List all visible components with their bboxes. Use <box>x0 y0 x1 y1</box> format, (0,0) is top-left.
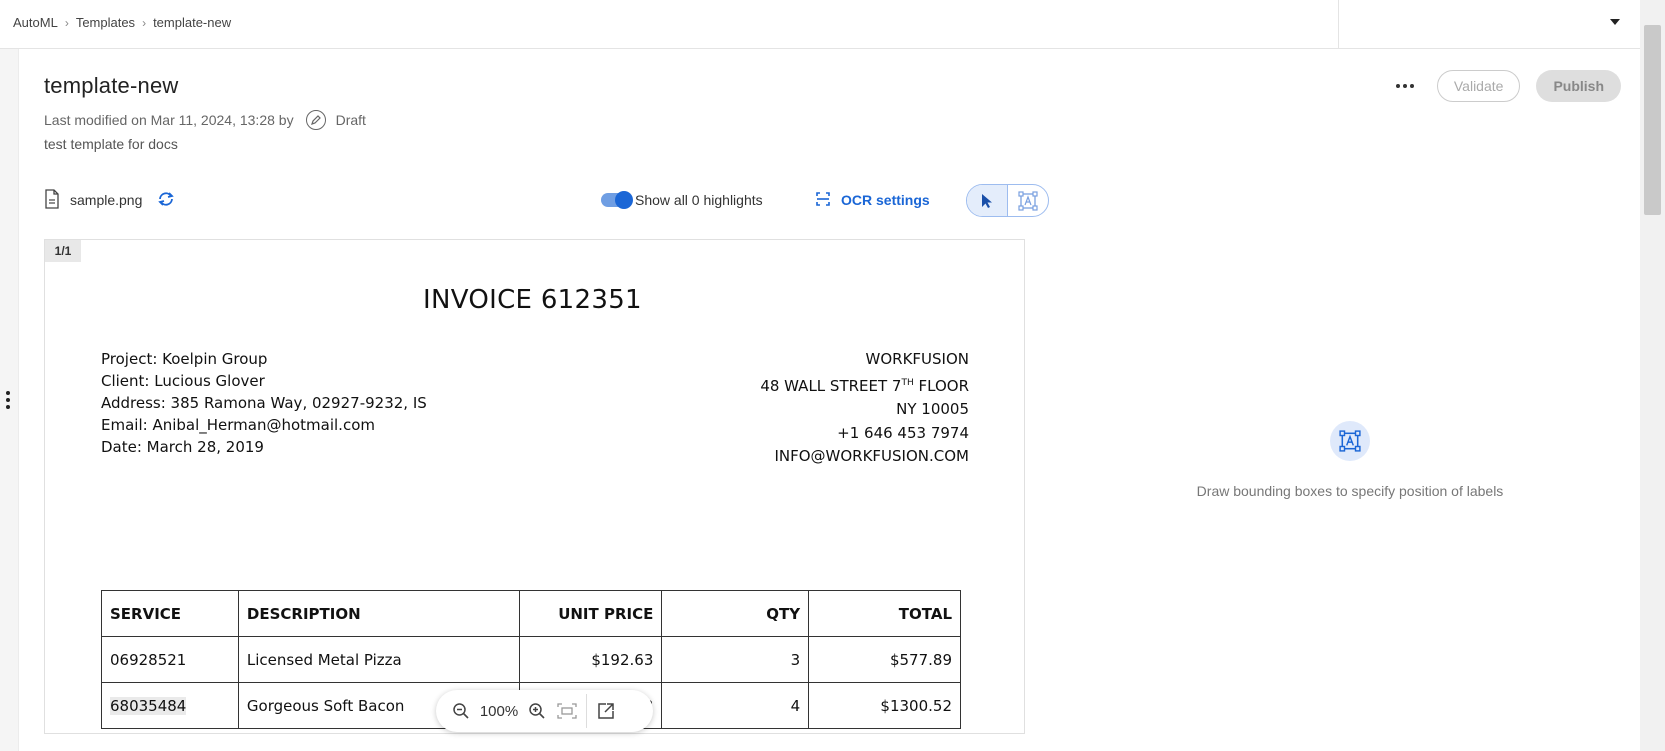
bounding-box-icon <box>1018 190 1038 211</box>
zoom-controls: 100% <box>436 690 653 732</box>
client-line: Date: March 28, 2019 <box>101 438 264 456</box>
validate-button[interactable]: Validate <box>1436 70 1521 102</box>
dot <box>6 391 10 395</box>
panel-resize-handle[interactable] <box>6 391 10 409</box>
select-mode-button[interactable] <box>967 185 1007 216</box>
company-street-floor: FLOOR <box>913 376 970 395</box>
client-line: Address: 385 Ramona Way, 02927-9232, IS <box>101 394 427 412</box>
company-name: WORKFUSION <box>865 350 969 368</box>
company-phone: +1 646 453 7974 <box>837 423 969 442</box>
cursor-icon <box>982 193 992 208</box>
table-cell[interactable]: $1300.52 <box>808 682 961 729</box>
breadcrumb-automl[interactable]: AutoML <box>13 15 58 30</box>
table-header: DESCRIPTION <box>237 590 520 637</box>
document-toolbar: sample.png Show all 0 highlights OCR set… <box>44 183 1049 217</box>
company-city: NY 10005 <box>896 400 969 418</box>
table-cell[interactable]: 68035484 <box>101 682 239 729</box>
more-options-icon[interactable] <box>1389 70 1421 102</box>
last-modified-row: Last modified on Mar 11, 2024, 13:28 by … <box>44 110 366 130</box>
header-actions: Validate Publish <box>1389 70 1621 102</box>
ocr-settings-button[interactable]: OCR settings <box>814 183 930 217</box>
client-line: Project: Koelpin Group <box>101 350 268 368</box>
mode-selector <box>966 184 1049 217</box>
ocr-settings-icon <box>814 190 832 211</box>
file-info: sample.png <box>44 183 176 217</box>
table-cell[interactable]: 3 <box>661 636 810 683</box>
chevron-right-icon: › <box>64 15 69 30</box>
dot <box>1402 84 1407 88</box>
table-cell[interactable]: $577.89 <box>808 636 961 683</box>
status-text: Draft <box>335 112 366 128</box>
table-header: QTY <box>661 590 810 637</box>
main-content: template-new Last modified on Mar 11, 20… <box>20 49 1640 751</box>
zoom-out-icon[interactable] <box>446 696 476 726</box>
invoice-client-block: Project: Koelpin Group Client: Lucious G… <box>101 348 427 458</box>
left-rail <box>0 49 19 751</box>
last-modified-text: Last modified on Mar 11, 2024, 13:28 by <box>44 112 294 128</box>
company-street-text: 48 WALL STREET 7 <box>760 376 902 395</box>
template-description: test template for docs <box>44 136 178 152</box>
labels-empty-state: Draw bounding boxes to specify position … <box>1140 421 1560 499</box>
invoice-company-block: WORKFUSION 48 WALL STREET 7TH FLOOR NY 1… <box>760 348 969 469</box>
breadcrumb-templates[interactable]: Templates <box>76 15 135 30</box>
highlights-toggle-row: Show all 0 highlights <box>601 183 763 217</box>
document-icon <box>44 188 60 212</box>
table-header-row: SERVICE DESCRIPTION UNIT PRICE QTY TOTAL <box>101 590 961 637</box>
caret-down-icon <box>1610 19 1620 25</box>
replace-file-icon[interactable] <box>156 191 176 210</box>
dot <box>1409 84 1414 88</box>
draft-edit-icon <box>305 110 326 130</box>
toggle-knob <box>615 191 633 209</box>
zoom-in-icon[interactable] <box>522 696 552 726</box>
client-line: Email: Anibal_Herman@hotmail.com <box>101 416 375 434</box>
page-indicator: 1/1 <box>45 240 81 262</box>
client-line: Client: Lucious Glover <box>101 372 265 390</box>
breadcrumb: AutoML › Templates › template-new <box>13 15 231 30</box>
bounding-box-icon <box>1330 421 1370 461</box>
highlights-label: Show all 0 highlights <box>635 192 763 208</box>
open-external-icon[interactable] <box>591 696 621 726</box>
chevron-right-icon: › <box>142 15 147 30</box>
label-panel-dropdown[interactable] <box>1338 0 1640 49</box>
company-email: INFO@WORKFUSION.COM <box>774 447 969 465</box>
top-bar: AutoML › Templates › template-new <box>0 0 1640 49</box>
divider <box>586 694 587 728</box>
table-header: TOTAL <box>808 590 961 637</box>
fit-to-page-icon[interactable] <box>552 696 582 726</box>
table-row: 06928521 Licensed Metal Pizza $192.63 3 … <box>101 636 961 683</box>
table-header: UNIT PRICE <box>518 590 663 637</box>
publish-button[interactable]: Publish <box>1536 70 1621 102</box>
page-title: template-new <box>44 73 179 98</box>
ocr-settings-label: OCR settings <box>841 192 930 208</box>
document-viewer[interactable]: 1/1 INVOICE 612351 Project: Koelpin Grou… <box>44 239 1025 734</box>
company-street: 48 WALL STREET 7TH FLOOR <box>760 372 969 399</box>
table-cell[interactable]: 4 <box>661 682 810 729</box>
invoice-title: INVOICE 612351 <box>423 285 642 315</box>
company-street-sup: TH <box>901 377 914 388</box>
empty-state-text: Draw bounding boxes to specify position … <box>1196 483 1504 499</box>
table-cell[interactable]: Licensed Metal Pizza <box>237 636 520 683</box>
draw-box-mode-button[interactable] <box>1007 185 1048 216</box>
table-cell[interactable]: 06928521 <box>101 636 239 683</box>
zoom-level: 100% <box>479 702 519 720</box>
table-cell[interactable]: $192.63 <box>518 636 663 683</box>
scrollbar-thumb[interactable] <box>1644 25 1661 215</box>
table-header: SERVICE <box>101 590 239 637</box>
highlights-toggle[interactable] <box>601 191 633 209</box>
file-name: sample.png <box>70 192 143 208</box>
highlighted-text[interactable]: 68035484 <box>110 696 187 715</box>
breadcrumb-current: template-new <box>153 15 232 30</box>
dot <box>6 398 10 402</box>
page-scrollbar[interactable] <box>1640 0 1665 751</box>
dot <box>6 405 10 409</box>
dot <box>1395 84 1400 88</box>
